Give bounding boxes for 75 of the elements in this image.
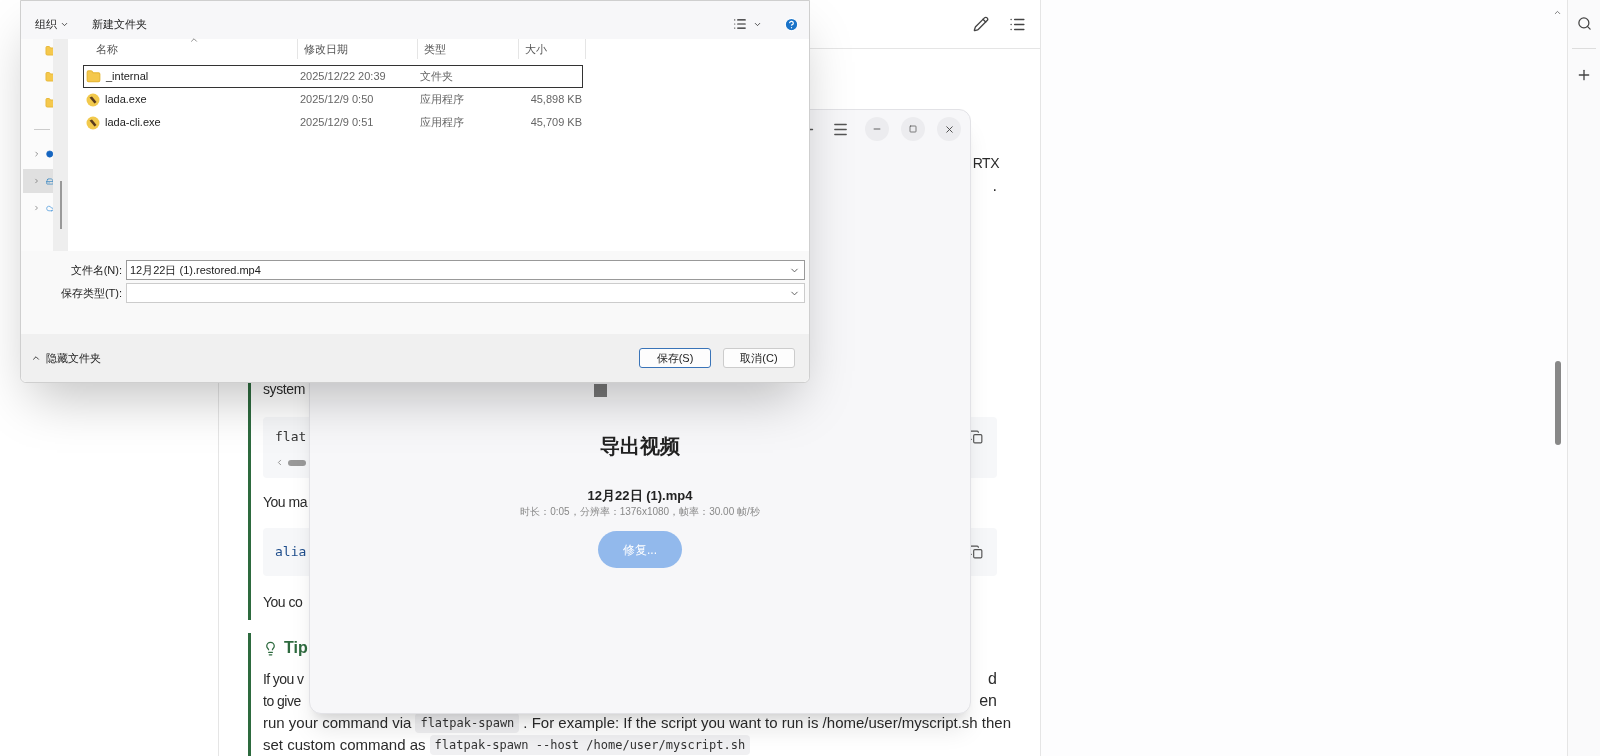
folder-icon [86, 69, 101, 84]
maximize-button[interactable] [901, 117, 925, 141]
caret-icon [31, 353, 41, 363]
maximize-icon [909, 125, 917, 133]
file-date: 2025/12/22 20:39 [300, 70, 386, 83]
close-button[interactable] [937, 117, 961, 141]
file-size: 45,898 KB [530, 92, 582, 108]
circle-icon [46, 149, 54, 159]
cancel-button[interactable]: 取消(C) [723, 348, 795, 368]
progress-square [594, 384, 607, 397]
text-fragment: en [979, 691, 997, 711]
minimize-button[interactable] [865, 117, 889, 141]
scrollbar-thumb[interactable] [1554, 361, 1561, 445]
file-type-dropdown[interactable] [126, 283, 805, 303]
text-fragment: . [992, 176, 997, 196]
scroll-left-icon[interactable] [275, 458, 284, 467]
file-name-field[interactable]: 12月22日 (1).restored.mp4 [126, 260, 805, 280]
add-icon[interactable] [1576, 67, 1592, 83]
drive-icon [45, 175, 54, 187]
file-name: _internal [106, 69, 149, 85]
organize-button[interactable]: 组织 [35, 15, 69, 33]
inline-code: flatpak-spawn [415, 713, 520, 733]
video-info: 时长：0:05，分辨率：1376x1080，帧率：30.00 帧/秒 [520, 505, 760, 517]
field-label: 保存类型(T): [59, 285, 123, 301]
column-header[interactable]: 大小 [519, 39, 586, 59]
scrollbar-thumb[interactable] [288, 459, 306, 466]
scroll-up-icon[interactable] [1553, 8, 1562, 17]
expand-icon [32, 203, 40, 213]
expand-icon [32, 149, 40, 159]
close-icon [943, 123, 955, 135]
help-icon[interactable] [784, 16, 799, 32]
sort-icon [189, 35, 199, 45]
view-options-button[interactable] [733, 17, 762, 31]
edit-icon[interactable] [973, 16, 989, 32]
expand-icon [32, 176, 40, 186]
text-fragment: system [263, 379, 305, 399]
tip-title: Tip [284, 638, 308, 658]
file-date: 2025/12/9 0:50 [300, 93, 374, 106]
file-date: 2025/12/9 0:51 [300, 116, 374, 129]
inline-code: flatpak-spawn --host /home/user/myscript.sh [429, 735, 751, 755]
file-row[interactable]: lada-cli.exe 2025/12/9 0:51 应用程序 45,709 KB [83, 111, 583, 134]
search-icon[interactable] [1576, 16, 1592, 31]
hide-folders-button[interactable]: 隐藏文件夹 [31, 349, 101, 367]
column-header[interactable]: 名称 [83, 39, 298, 59]
text-fragment: d [988, 669, 997, 689]
text-line: . For example: If the script you want to run is /home/user/myscript.sh then [523, 712, 1012, 733]
lightbulb-icon [263, 640, 278, 656]
column-header[interactable]: 修改日期 [298, 39, 418, 59]
text-fragment: to give [263, 691, 301, 711]
text-line: set custom command as [263, 734, 426, 755]
file-name: lada-cli.exe [105, 115, 161, 131]
file-name: lada.exe [105, 92, 147, 108]
file-row[interactable]: lada.exe 2025/12/9 0:50 应用程序 45,898 KB [83, 88, 583, 111]
scrollbar-thumb[interactable] [59, 181, 62, 229]
save-button[interactable]: 保存(S) [639, 348, 711, 368]
text-fragment: If you v [263, 669, 304, 689]
column-header[interactable]: 类型 [418, 39, 519, 59]
file-size: 45,709 KB [530, 115, 582, 131]
code-text: alia [275, 543, 307, 562]
file-type: 文件夹 [420, 70, 453, 83]
file-name: 12月22日 (1).mp4 [587, 487, 693, 505]
dialog-title: 导出视频 [600, 434, 680, 459]
file-row[interactable]: _internal 2025/12/22 20:39 文件夹 [83, 65, 583, 88]
file-type: 应用程序 [420, 116, 464, 129]
app-icon [86, 115, 100, 130]
code-text: flat [275, 428, 307, 447]
text-line: run your command via [263, 712, 412, 733]
app-icon [86, 92, 100, 107]
field-label: 文件名(N): [69, 262, 123, 278]
text-fragment: RTX [972, 153, 999, 173]
list-view-icon [733, 17, 747, 31]
new-folder-button[interactable]: 新建文件夹 [92, 15, 147, 33]
text-fragment: You ma [263, 492, 307, 512]
file-type: 应用程序 [420, 93, 464, 106]
text-fragment: You co [263, 592, 303, 612]
